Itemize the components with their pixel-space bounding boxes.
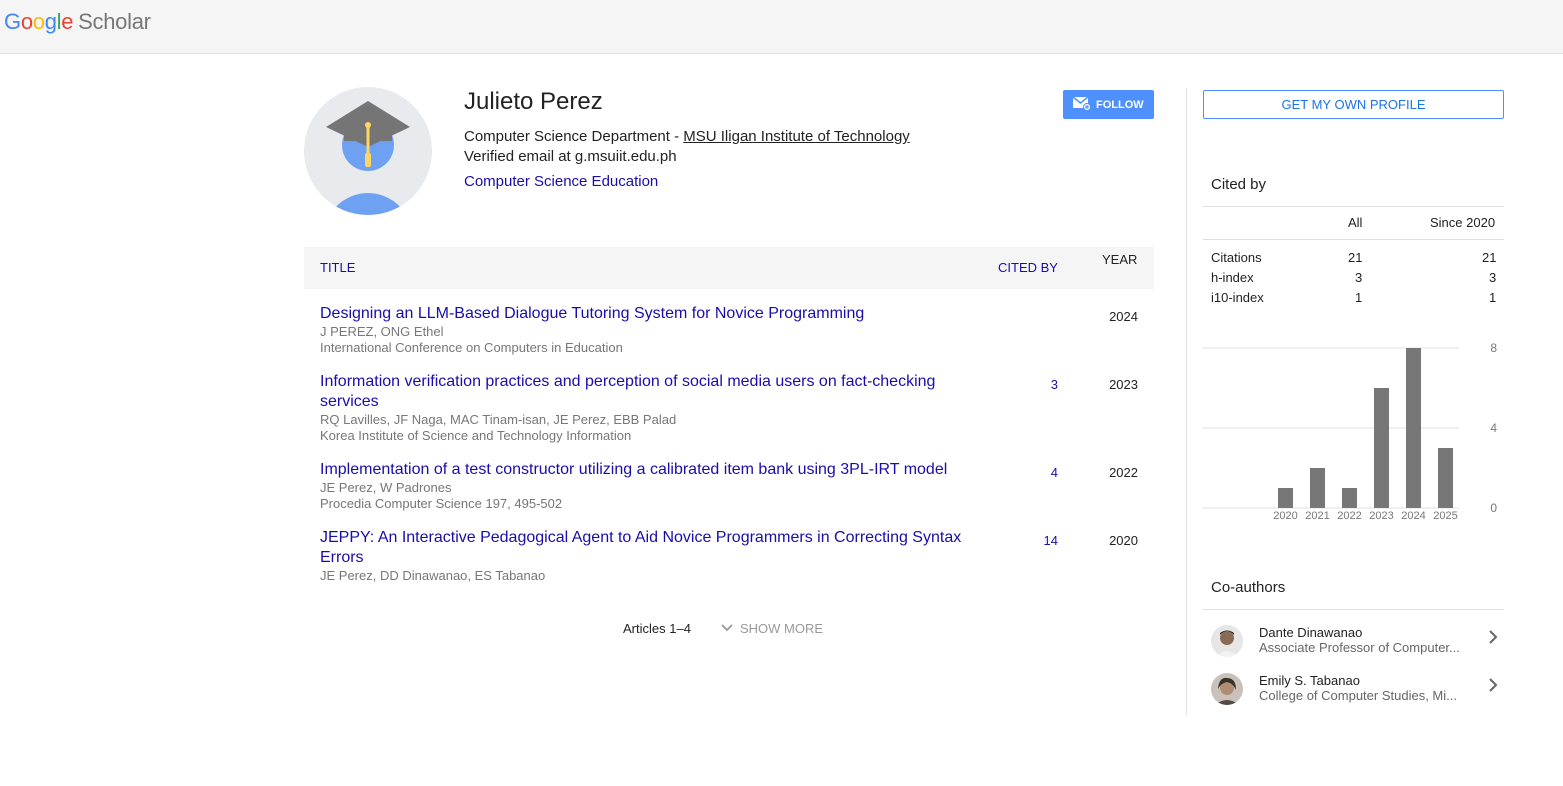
chart-bar[interactable] (1374, 388, 1389, 508)
article-venue: Procedia Computer Science 197, 495-502 (320, 496, 563, 511)
cited-count[interactable]: 3 (1051, 377, 1058, 392)
follow-button[interactable]: FOLLOW (1063, 90, 1154, 119)
chart-bar[interactable] (1342, 488, 1357, 508)
metric-label[interactable]: h-index (1211, 270, 1254, 285)
article-title[interactable]: Designing an LLM-Based Dialogue Tutoring… (320, 304, 970, 324)
article-year: 2022 (1109, 465, 1138, 480)
chart-xtick-label: 2025 (1433, 510, 1457, 520)
coauthors-heading: Co-authors (1211, 579, 1286, 596)
article-year: 2023 (1109, 377, 1138, 392)
chart-bar[interactable] (1438, 448, 1453, 508)
chart-xtick-label: 2024 (1401, 510, 1425, 520)
coauthor-avatar (1211, 625, 1243, 657)
metric-since: 21 (1482, 250, 1497, 265)
chevron-down-icon (720, 621, 734, 636)
divider (1203, 206, 1504, 207)
article-year: 2024 (1109, 309, 1138, 324)
chart-xtick-label: 2022 (1337, 510, 1361, 520)
article-venue: International Conference on Computers in… (320, 340, 623, 355)
interest-link[interactable]: Computer Science Education (464, 173, 658, 190)
profile-email: Verified email at g.msuiit.edu.ph (464, 148, 677, 165)
chevron-right-icon[interactable] (1488, 629, 1498, 650)
profile-avatar (304, 87, 432, 215)
table-row: Information verification practices and p… (320, 372, 1154, 444)
article-authors: J PEREZ, ONG Ethel (320, 324, 444, 339)
coauthor-affiliation: Associate Professor of Computer... (1259, 640, 1460, 655)
sort-by-year[interactable]: YEAR (1102, 252, 1138, 267)
article-title[interactable]: JEPPY: An Interactive Pedagogical Agent … (320, 528, 970, 568)
cited-count[interactable]: 4 (1051, 465, 1058, 480)
chart-ytick-label: 8 (1490, 341, 1497, 355)
chart-xtick-label: 2020 (1273, 510, 1297, 520)
get-my-own-profile-button[interactable]: GET MY OWN PROFILE (1203, 90, 1504, 119)
table-row: Implementation of a test constructor uti… (320, 460, 1154, 512)
coauthor-item[interactable]: Emily S. Tabanao College of Computer Stu… (1211, 673, 1504, 713)
metric-all: 1 (1355, 290, 1363, 305)
chart-xtick-label: 2021 (1305, 510, 1329, 520)
article-authors: JE Perez, DD Dinawanao, ES Tabanao (320, 568, 546, 583)
chart-ytick-label: 4 (1490, 421, 1497, 435)
chart-ytick-label: 0 (1490, 501, 1497, 515)
divider (1203, 609, 1504, 610)
show-more-button[interactable]: SHOW MORE (720, 621, 823, 636)
chart-bar[interactable] (1278, 488, 1293, 508)
mail-icon (1072, 95, 1091, 113)
sort-by-cited[interactable]: CITED BY (998, 260, 1058, 275)
chart-bar[interactable] (1310, 468, 1325, 508)
coauthor-avatar (1211, 673, 1243, 705)
metric-label[interactable]: i10-index (1211, 290, 1264, 305)
table-row: Designing an LLM-Based Dialogue Tutoring… (320, 304, 1154, 356)
col-all[interactable]: All (1348, 215, 1362, 230)
chart-bar[interactable] (1406, 348, 1421, 508)
column-divider (1186, 88, 1187, 715)
coauthor-name[interactable]: Dante Dinawanao (1259, 625, 1362, 640)
affiliation-link[interactable]: MSU Iligan Institute of Technology (683, 128, 910, 145)
sort-by-title[interactable]: TITLE (320, 260, 355, 275)
chart-xtick-label: 2023 (1369, 510, 1393, 520)
article-year: 2020 (1109, 533, 1138, 548)
top-bar: Google Scholar (0, 0, 1563, 54)
article-authors: RQ Lavilles, JF Naga, MAC Tinam-isan, JE… (320, 412, 677, 427)
metric-all: 3 (1355, 270, 1363, 285)
profile-name: Julieto Perez (464, 88, 603, 115)
col-since[interactable]: Since 2020 (1430, 215, 1495, 230)
table-row: JEPPY: An Interactive Pedagogical Agent … (320, 528, 1154, 584)
article-title[interactable]: Information verification practices and p… (320, 372, 970, 412)
article-authors: JE Perez, W Padrones (320, 480, 452, 495)
metric-since: 1 (1489, 290, 1497, 305)
divider (1203, 239, 1504, 240)
metric-all: 21 (1348, 250, 1363, 265)
cited-by-heading: Cited by (1211, 176, 1267, 193)
cited-count[interactable]: 14 (1044, 533, 1058, 548)
google-scholar-logo[interactable]: Google Scholar (4, 9, 151, 35)
coauthor-name[interactable]: Emily S. Tabanao (1259, 673, 1360, 688)
articles-pager: Articles 1–4 (623, 621, 691, 636)
article-title[interactable]: Implementation of a test constructor uti… (320, 460, 970, 480)
profile-affiliation: Computer Science Department - MSU Iligan… (464, 128, 910, 145)
coauthor-affiliation: College of Computer Studies, Mi... (1259, 688, 1457, 703)
citations-per-year-chart: 0 4 8 2020 2021 2022 2023 2024 2025 (1203, 341, 1497, 520)
metric-label[interactable]: Citations (1211, 250, 1262, 265)
coauthor-item[interactable]: Dante Dinawanao Associate Professor of C… (1211, 625, 1504, 665)
article-venue: Korea Institute of Science and Technolog… (320, 428, 632, 443)
articles-table-header: TITLE CITED BY YEAR (304, 247, 1154, 289)
chevron-right-icon[interactable] (1488, 677, 1498, 698)
metric-since: 3 (1489, 270, 1497, 285)
